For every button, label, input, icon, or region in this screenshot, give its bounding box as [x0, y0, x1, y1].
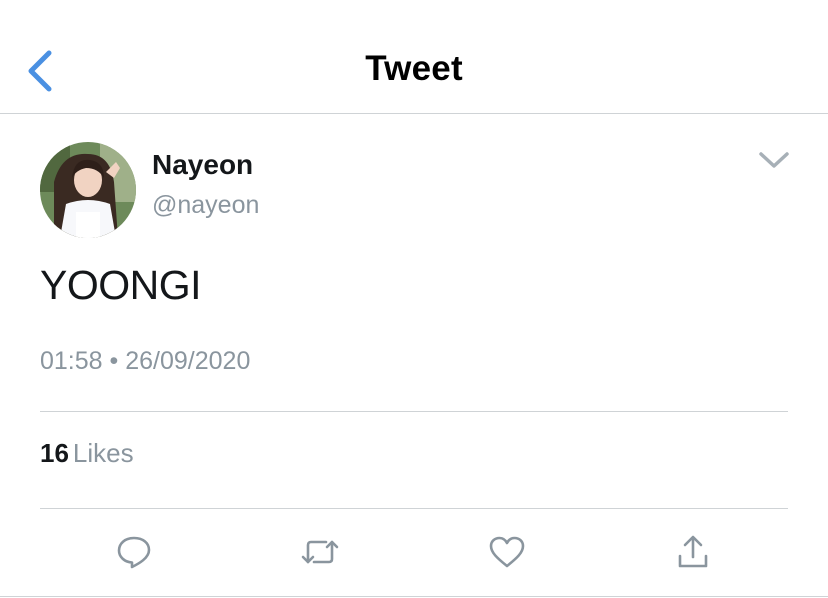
tweet-text: YOONGI	[40, 262, 202, 308]
like-button[interactable]	[485, 530, 529, 574]
divider	[40, 508, 788, 509]
likes-stat[interactable]: 16 Likes	[40, 438, 134, 469]
author-handle[interactable]: @nayeon	[152, 191, 259, 220]
share-button[interactable]	[671, 530, 715, 574]
likes-count: 16	[40, 438, 69, 468]
navigation-bar: Tweet	[0, 0, 828, 114]
retweet-button[interactable]	[298, 530, 342, 574]
tweet-timestamp: 01:58 • 26/09/2020	[40, 347, 250, 376]
retweet-icon	[301, 540, 339, 564]
more-options-button[interactable]	[754, 140, 794, 180]
author-display-name[interactable]: Nayeon	[152, 149, 253, 181]
tweet-time: 01:58	[40, 347, 103, 375]
avatar[interactable]	[40, 142, 136, 238]
share-icon	[678, 535, 708, 568]
meta-separator: •	[109, 347, 119, 375]
page-title: Tweet	[365, 49, 463, 88]
divider	[40, 411, 788, 412]
tweet-date: 26/09/2020	[125, 347, 251, 375]
heart-icon	[489, 536, 525, 568]
chevron-down-icon	[759, 152, 789, 168]
reply-icon	[117, 536, 151, 569]
reply-button[interactable]	[112, 530, 156, 574]
likes-label: Likes	[72, 438, 134, 468]
divider	[0, 596, 828, 597]
avatar-photo	[40, 142, 136, 238]
